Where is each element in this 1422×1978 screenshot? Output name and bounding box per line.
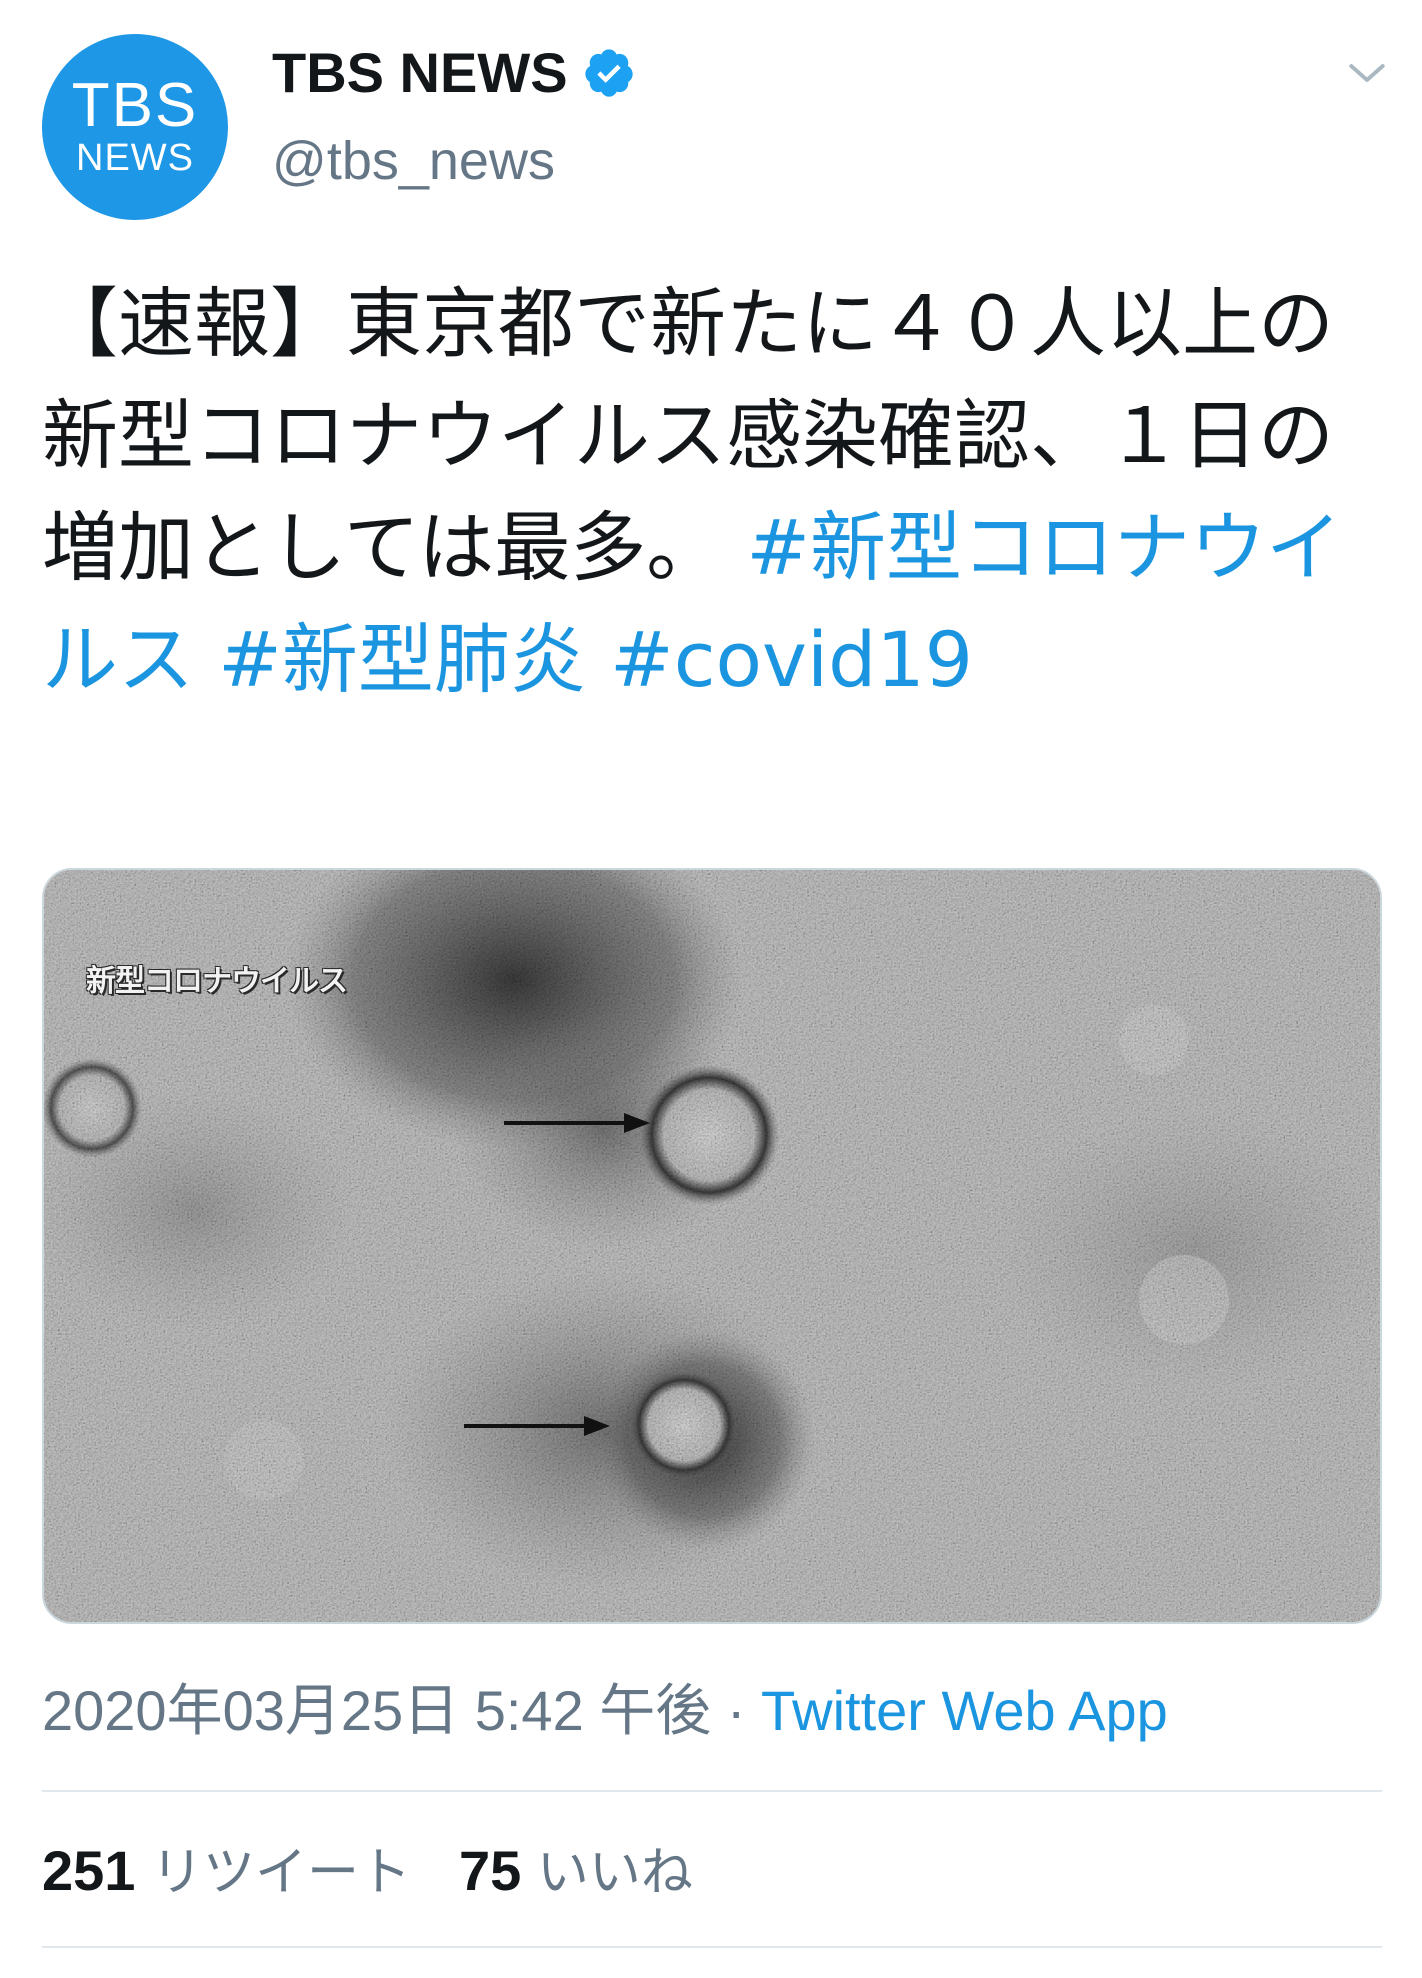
source-link[interactable]: Twitter Web App (761, 1679, 1168, 1742)
hashtag-link[interactable]: #covid19 (610, 615, 973, 704)
likes-label: いいね (536, 1843, 693, 1903)
author-name-row[interactable]: TBS NEWS (272, 38, 636, 108)
divider (42, 1790, 1382, 1792)
tweet-text: 【速報】東京都で新たに４０人以上の新型コロナウイルス感染確認、１日の増加としては… (42, 268, 1392, 716)
avatar-logo-top: TBS (71, 71, 199, 140)
retweets-label: リツイート (151, 1843, 412, 1903)
tweet-media-image[interactable]: 新型コロナウイルス (42, 868, 1382, 1624)
tweet-stats: 251 リツイート 75 いいね (42, 1836, 693, 1908)
verified-badge-icon (584, 49, 633, 97)
tweet-card: TBS NEWS TBS NEWS @tbs_news 【速報】東京都で新たに４… (0, 0, 1422, 1978)
meta-separator: · (711, 1679, 762, 1742)
avatar[interactable]: TBS NEWS (42, 34, 228, 220)
author-handle[interactable]: @tbs_news (272, 126, 555, 196)
avatar-logo-bottom: NEWS (76, 137, 194, 179)
timestamp[interactable]: 2020年03月25日 5:42 午後 (42, 1679, 711, 1742)
likes-stat[interactable]: 75 いいね (459, 1839, 693, 1903)
retweets-stat[interactable]: 251 リツイート (42, 1839, 412, 1903)
likes-count: 75 (459, 1839, 522, 1902)
chevron-down-icon[interactable] (1346, 52, 1388, 94)
hashtag-link[interactable]: #新型肺炎 (218, 615, 586, 704)
media-caption: 新型コロナウイルス (86, 964, 348, 999)
tweet-meta: 2020年03月25日 5:42 午後 · Twitter Web App (42, 1676, 1168, 1746)
author-display-name[interactable]: TBS NEWS (272, 38, 568, 108)
divider (42, 1946, 1382, 1948)
retweets-count: 251 (42, 1839, 136, 1902)
